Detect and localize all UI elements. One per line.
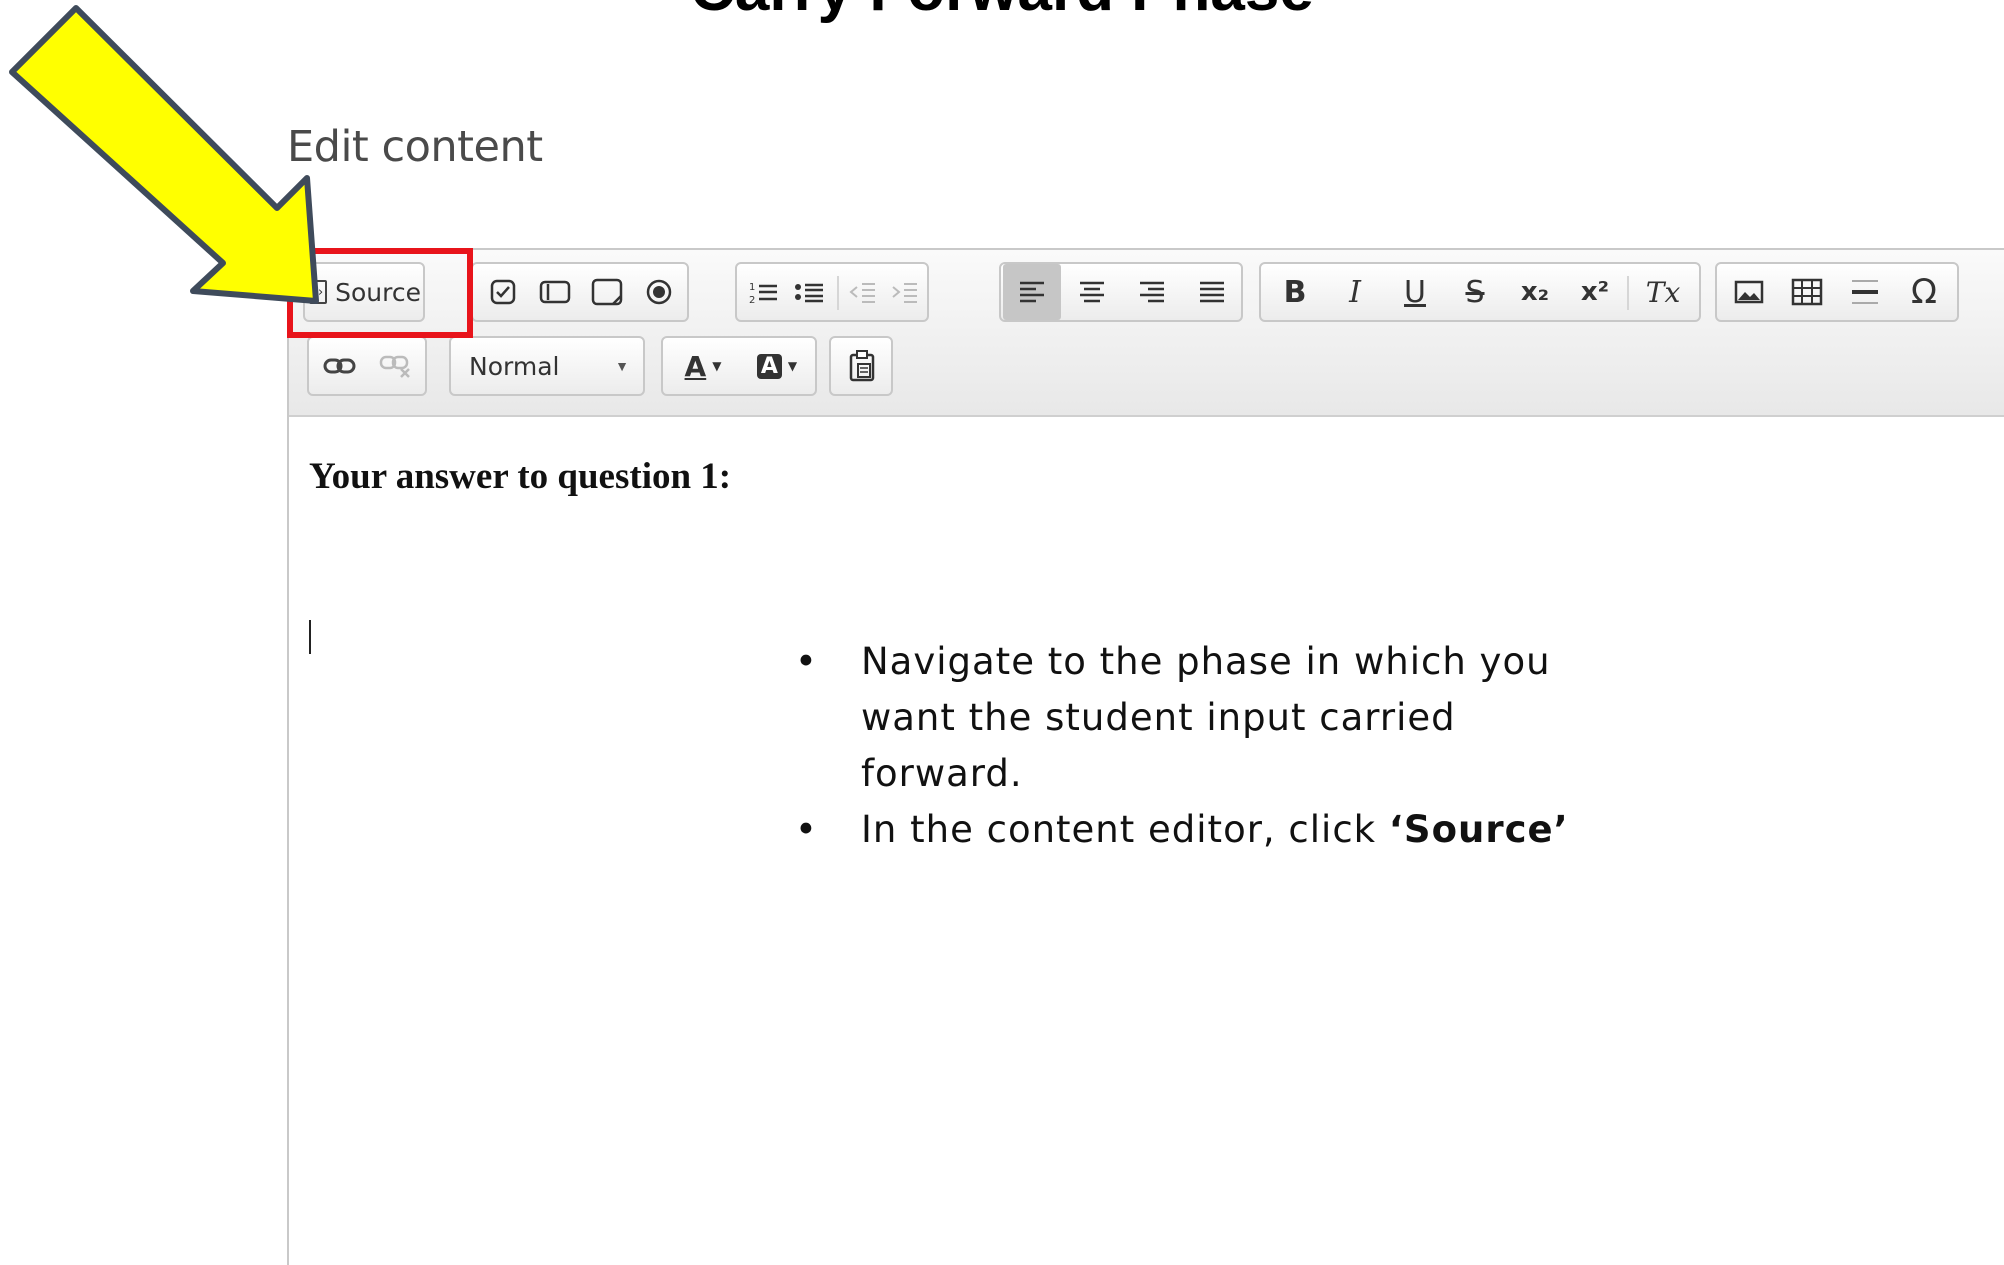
chevron-down-icon: ▼: [712, 359, 722, 373]
instruction-text: In the content editor, click: [861, 808, 1389, 851]
instruction-list: • Navigate to the phase in which you wan…: [795, 634, 1595, 858]
increase-indent-icon[interactable]: [883, 264, 925, 320]
color-group: A ▼ A ▼: [661, 336, 817, 396]
align-left-icon[interactable]: [1003, 264, 1061, 320]
svg-text:1: 1: [749, 282, 755, 293]
slide-title: Carry Forward Phase: [0, 0, 2004, 25]
svg-text:2: 2: [749, 295, 755, 305]
form-controls-group: [471, 262, 689, 322]
instruction-item: • Navigate to the phase in which you wan…: [795, 634, 1595, 802]
format-combo-value: Normal: [469, 351, 560, 381]
checkbox-icon[interactable]: [479, 264, 527, 320]
italic-button[interactable]: I: [1327, 264, 1383, 320]
textfield-icon[interactable]: [531, 264, 579, 320]
chevron-down-icon: ▼: [615, 358, 629, 374]
numbered-list-icon[interactable]: 12: [741, 264, 785, 320]
align-right-icon[interactable]: [1123, 264, 1181, 320]
chevron-down-icon: ▼: [787, 359, 798, 373]
superscript-button[interactable]: x²: [1567, 264, 1623, 320]
text-style-group: B I U S x₂ x² Tx: [1259, 262, 1701, 322]
align-center-icon[interactable]: [1063, 264, 1121, 320]
paste-group: [829, 336, 893, 396]
special-character-button[interactable]: Ω: [1895, 264, 1953, 320]
list-indent-group: 12: [735, 262, 929, 322]
textarea-icon[interactable]: [583, 264, 631, 320]
underline-button[interactable]: U: [1387, 264, 1443, 320]
background-color-icon: A: [756, 353, 782, 379]
unlink-icon[interactable]: [369, 338, 423, 394]
align-justify-icon[interactable]: [1183, 264, 1241, 320]
source-highlight-box: [287, 248, 473, 338]
instruction-item: • In the content editor, click ‘Source’: [795, 802, 1595, 858]
bullet-icon: •: [795, 808, 818, 851]
link-group: [307, 336, 427, 396]
edit-content-heading: Edit content: [287, 122, 543, 172]
pointer-arrow-shape: [9, 5, 319, 304]
radio-icon[interactable]: [635, 264, 683, 320]
paste-icon[interactable]: [835, 338, 889, 394]
background-color-button[interactable]: A ▼: [741, 338, 813, 394]
bullet-icon: •: [795, 640, 818, 683]
insert-group: Ω: [1715, 262, 1959, 322]
image-icon[interactable]: [1721, 264, 1777, 320]
editor-toolbar: ‹› Source 12 B I U S x₂ x² Tx Ω Normal ▼…: [289, 250, 2004, 417]
alignment-group: [999, 262, 1243, 322]
link-icon[interactable]: [313, 338, 367, 394]
format-combo[interactable]: Normal ▼: [449, 336, 645, 396]
horizontal-rule-icon[interactable]: [1837, 264, 1893, 320]
remove-format-button[interactable]: Tx: [1633, 264, 1693, 320]
text-color-button[interactable]: A ▼: [667, 338, 739, 394]
subscript-button[interactable]: x₂: [1507, 264, 1563, 320]
content-heading[interactable]: Your answer to question 1:: [309, 455, 731, 498]
instruction-text: Navigate to the phase in which you want …: [861, 640, 1551, 795]
table-icon[interactable]: [1779, 264, 1835, 320]
strikethrough-button[interactable]: S: [1447, 264, 1503, 320]
text-cursor: [309, 620, 311, 654]
decrease-indent-icon[interactable]: [841, 264, 883, 320]
bold-button[interactable]: B: [1267, 264, 1323, 320]
instruction-emphasis: ‘Source’: [1388, 808, 1569, 851]
format-combo-label-wrap: Normal: [469, 338, 589, 394]
text-color-icon: A: [684, 349, 707, 383]
bullet-list-icon[interactable]: [787, 264, 831, 320]
